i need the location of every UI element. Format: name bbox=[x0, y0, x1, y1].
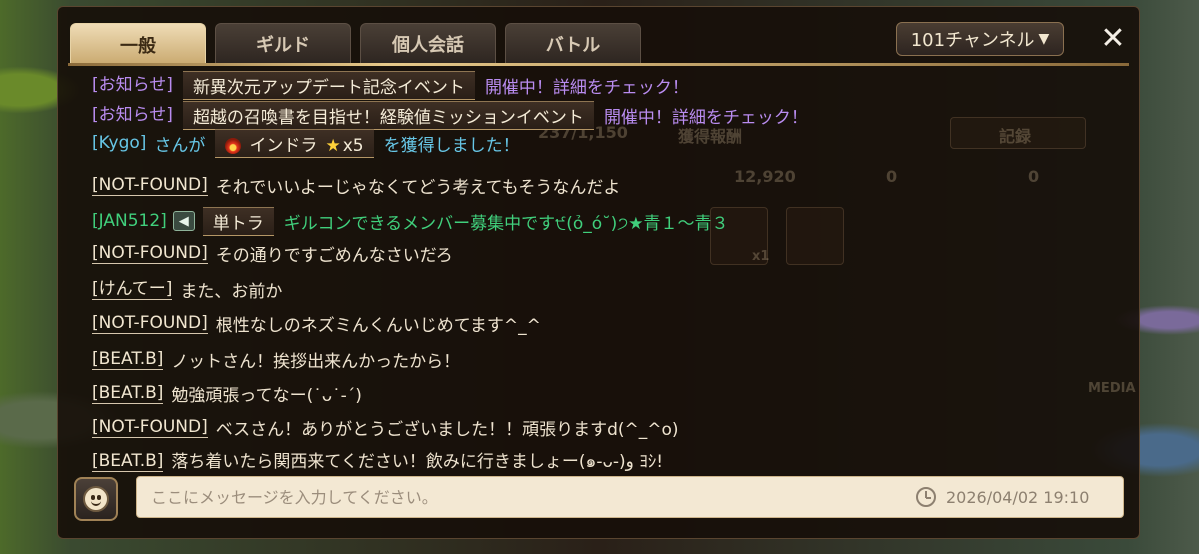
smiley-icon bbox=[83, 486, 109, 512]
emoji-button[interactable] bbox=[74, 477, 118, 521]
monster-count: x5 bbox=[342, 135, 364, 156]
tab-general[interactable]: 一般 bbox=[70, 23, 206, 65]
fire-element-icon bbox=[225, 137, 242, 154]
monster-name: インドラ bbox=[249, 135, 318, 156]
tab-general-label: 一般 bbox=[120, 35, 156, 57]
message-sender[interactable]: [NOT-FOUND] bbox=[92, 243, 208, 264]
tab-private-chat-label: 個人会話 bbox=[392, 34, 464, 56]
message-text: その通りですごめんなさいだろ bbox=[215, 245, 453, 266]
bg-resource-1: 12,920 bbox=[734, 167, 796, 186]
bg-item-count: x1 bbox=[752, 249, 770, 264]
message-row: [BEAT.B] ノットさん！挨拶出来んかったから！ bbox=[92, 345, 460, 373]
message-row: [NOT-FOUND] それでいいよーじゃなくてどう考えてもそうなんだよ bbox=[92, 171, 620, 199]
message-sender[interactable]: [お知らせ] bbox=[92, 105, 173, 125]
clock-icon bbox=[916, 487, 936, 507]
message-sender[interactable]: [BEAT.B] bbox=[92, 383, 164, 404]
bg-resource-3: 0 bbox=[1028, 167, 1040, 186]
megaphone-icon: ◀ bbox=[172, 211, 195, 231]
message-text: 開催中！詳細をチェック！ bbox=[484, 77, 689, 98]
tab-private-chat[interactable]: 個人会話 bbox=[360, 23, 496, 63]
event-tag[interactable]: 新異次元アップデート記念イベント bbox=[182, 70, 475, 100]
message-row: [BEAT.B] 落ち着いたら関西来てください！飲みに行きましょー(๑-ᴗ-)و… bbox=[92, 447, 663, 475]
message-text: また、お前か bbox=[180, 281, 283, 302]
tab-underline bbox=[68, 63, 1129, 66]
message-sender[interactable]: [JAN512] bbox=[92, 211, 167, 231]
message-text: 開催中！詳細をチェック！ bbox=[603, 107, 808, 128]
tab-battle-label: バトル bbox=[545, 34, 601, 56]
monster-tag[interactable]: インドラ ★ x5 bbox=[215, 128, 374, 158]
message-row: [JAN512] ◀ 単トラ ギルコンできるメンバー募集中です੯(ỏ_ó˘)੭★… bbox=[92, 206, 729, 236]
channel-dropdown[interactable]: 101チャンネル ▼ bbox=[896, 22, 1064, 56]
tab-battle[interactable]: バトル bbox=[505, 23, 641, 63]
chat-panel: 237/1,150 獲得報酬 記録 12,920 0 0 x1 MEDIA 一般… bbox=[57, 6, 1140, 539]
timestamp-text: 2026/04/02 19:10 bbox=[946, 487, 1090, 507]
message-row: [お知らせ] 新異次元アップデート記念イベント 開催中！詳細をチェック！ bbox=[92, 70, 689, 100]
message-row: [お知らせ] 超越の召喚書を目指せ！経験値ミッションイベント 開催中！詳細をチェ… bbox=[92, 100, 808, 130]
message-text: 落ち着いたら関西来てください！飲みに行きましょー(๑-ᴗ-)و ﾖｼ! bbox=[171, 452, 664, 472]
message-text: ノットさん！挨拶出来んかったから！ bbox=[171, 351, 461, 372]
close-icon: ✕ bbox=[1100, 20, 1126, 56]
message-sender[interactable]: [お知らせ] bbox=[92, 75, 173, 95]
chevron-down-icon: ▼ bbox=[1038, 31, 1050, 47]
message-sender[interactable]: [NOT-FOUND] bbox=[92, 313, 208, 334]
message-row: [BEAT.B] 勉強頑張ってなー(˙ᴗ˙-ˊ) bbox=[92, 379, 362, 407]
bg-side-label: MEDIA bbox=[1088, 381, 1136, 396]
tab-guild[interactable]: ギルド bbox=[215, 23, 351, 63]
message-row: [けんてー] また、お前か bbox=[92, 275, 282, 303]
message-sender[interactable]: [けんてー] bbox=[92, 279, 173, 300]
message-text: それでいいよーじゃなくてどう考えてもそうなんだよ bbox=[215, 177, 621, 198]
message-sender[interactable]: [NOT-FOUND] bbox=[92, 417, 208, 438]
message-text: を獲得しました！ bbox=[383, 135, 520, 156]
bg-record-label: 記録 bbox=[999, 127, 1032, 146]
tab-guild-label: ギルド bbox=[256, 34, 310, 56]
message-row: [NOT-FOUND] その通りですごめんなさいだろ bbox=[92, 239, 453, 267]
event-tag[interactable]: 超越の召喚書を目指せ！経験値ミッションイベント bbox=[182, 100, 594, 130]
timestamp: 2026/04/02 19:10 bbox=[916, 487, 1089, 507]
message-sender[interactable]: [Kygo] bbox=[92, 133, 146, 153]
megaphone-tag[interactable]: 単トラ bbox=[202, 206, 274, 236]
message-pre-text: さんが bbox=[154, 135, 206, 156]
message-text: ギルコンできるメンバー募集中です੯(ỏ_ó˘)੭★青１〜青３ bbox=[283, 213, 729, 234]
message-row: [NOT-FOUND] ベスさん！ありがとうございました！！頑張りますd(^_^… bbox=[92, 413, 679, 441]
message-row: [Kygo] さんが インドラ ★ x5 を獲得しました！ bbox=[92, 128, 520, 158]
close-button[interactable]: ✕ bbox=[1096, 20, 1130, 56]
message-row: [NOT-FOUND] 根性なしのネズミんくんいじめてます^_^ bbox=[92, 309, 541, 337]
bg-resource-2: 0 bbox=[886, 167, 898, 186]
message-sender[interactable]: [BEAT.B] bbox=[92, 451, 164, 472]
message-sender[interactable]: [NOT-FOUND] bbox=[92, 175, 208, 196]
bg-item-slot-2 bbox=[786, 207, 844, 265]
message-text: 根性なしのネズミんくんいじめてます^_^ bbox=[215, 315, 541, 336]
message-text: ベスさん！ありがとうございました！！頑張りますd(^_^o) bbox=[215, 419, 679, 440]
message-sender[interactable]: [BEAT.B] bbox=[92, 349, 164, 370]
star-icon: ★ bbox=[325, 135, 341, 156]
message-text: 勉強頑張ってなー(˙ᴗ˙-ˊ) bbox=[171, 385, 362, 406]
bg-record-button: 記録 bbox=[950, 117, 1086, 149]
channel-label: 101チャンネル bbox=[910, 30, 1035, 51]
